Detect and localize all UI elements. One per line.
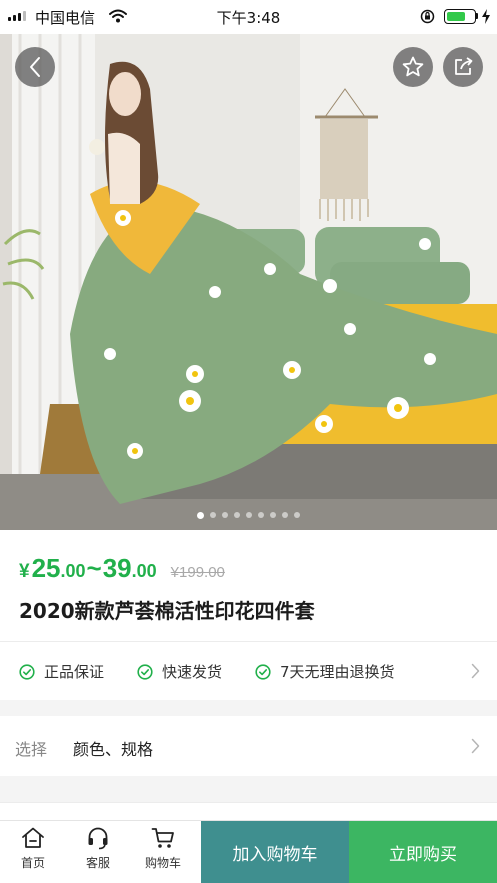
guarantee-item: 7天无理由退换货 <box>255 661 395 682</box>
pager-dot <box>270 512 276 518</box>
product-image[interactable] <box>0 34 497 530</box>
price-high-integer: 39 <box>102 553 132 583</box>
chevron-left-icon <box>30 57 40 77</box>
select-label: 选择 <box>15 740 48 759</box>
star-icon <box>402 56 424 77</box>
nav-service[interactable]: 客服 <box>68 825 128 871</box>
add-to-cart-button[interactable]: 加入购物车 <box>201 821 349 883</box>
orientation-lock-icon <box>420 9 435 24</box>
guarantee-item: 快速发货 <box>137 661 222 682</box>
shopping-cart-icon <box>151 828 174 848</box>
nav-home-label: 首页 <box>20 856 45 870</box>
price-currency: ¥ <box>19 561 30 582</box>
check-circle-icon <box>255 663 271 680</box>
section-gap <box>0 700 497 716</box>
battery-cap <box>476 13 478 19</box>
bottom-action-bar: 首页 客服 购物车 加入购物车 立即购买 <box>0 820 497 883</box>
pager-dot <box>222 512 228 518</box>
guarantee-label: 正品保证 <box>44 663 105 681</box>
check-circle-icon <box>19 663 35 680</box>
pager-dot <box>210 512 216 518</box>
price-low-decimal: .00 <box>60 561 86 581</box>
charging-icon <box>482 9 490 24</box>
guarantee-item: 正品保证 <box>19 661 104 682</box>
guarantee-label: 7天无理由退换货 <box>280 663 395 681</box>
battery-icon <box>444 9 476 24</box>
product-title: 2020新款芦荟棉活性印花四件套 <box>19 599 315 623</box>
check-circle-icon <box>137 663 153 680</box>
nav-cart-label: 购物车 <box>144 856 181 870</box>
price-range-separator: ~ <box>86 553 102 583</box>
section-gap <box>0 776 497 802</box>
pager-dot <box>234 512 240 518</box>
share-button[interactable] <box>443 47 483 87</box>
share-icon <box>455 57 473 75</box>
price-high-decimal: .00 <box>131 561 157 581</box>
favorite-button[interactable] <box>393 47 433 87</box>
price-row: ¥ 25 .00 ~ 39 .00 ¥199.00 <box>19 553 225 585</box>
divider <box>0 802 497 803</box>
buy-now-button[interactable]: 立即购买 <box>349 821 497 883</box>
headset-icon <box>88 827 108 850</box>
pager-dot <box>258 512 264 518</box>
pager-dot <box>197 511 204 519</box>
original-price: ¥199.00 <box>170 564 225 581</box>
nav-cart[interactable]: 购物车 <box>133 825 193 871</box>
guarantee-label: 快速发货 <box>162 663 223 681</box>
nav-service-label: 客服 <box>85 856 110 870</box>
select-value: 颜色、规格 <box>73 740 154 759</box>
pager-dot <box>282 512 288 518</box>
status-bar: 中国电信 下午3:48 <box>0 0 497 34</box>
nav-home[interactable]: 首页 <box>3 825 63 871</box>
guarantee-row[interactable]: 正品保证 快速发货 7天无理由退换货 <box>0 642 497 700</box>
home-icon <box>22 827 44 848</box>
chevron-right-icon <box>471 738 480 754</box>
image-pager <box>0 511 497 519</box>
price-low-integer: 25 <box>31 553 61 583</box>
back-button[interactable] <box>15 47 55 87</box>
pager-dot <box>246 512 252 518</box>
spec-selector[interactable]: 选择 颜色、规格 <box>0 716 497 776</box>
product-photo <box>0 34 497 530</box>
pager-dot <box>294 512 300 518</box>
chevron-right-icon <box>471 663 480 679</box>
